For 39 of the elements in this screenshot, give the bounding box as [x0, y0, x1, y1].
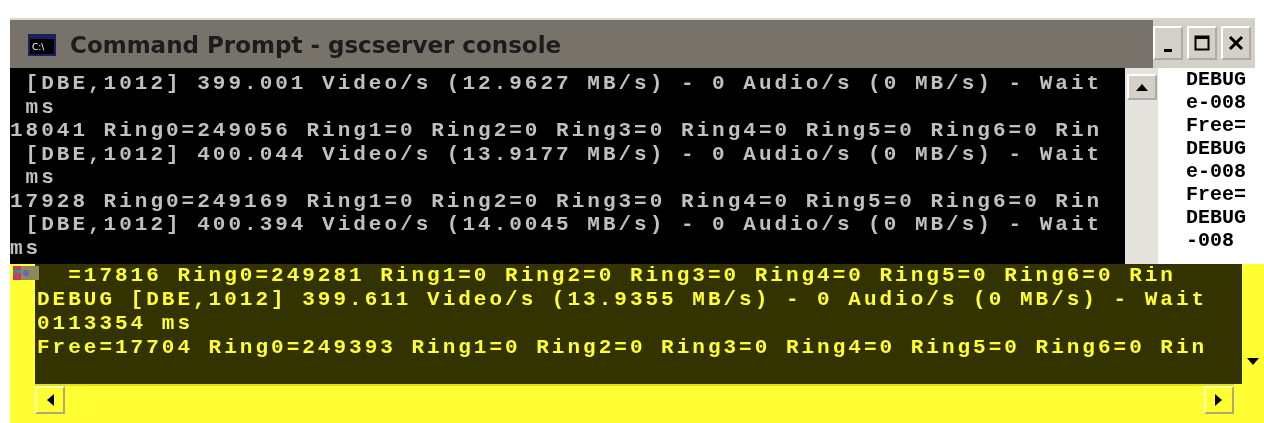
- console-line: 17928 Ring0=249169 Ring1=0 Ring2=0 Ring3=0 Ring4=0 Ring5=0 Ring6=0 Rin: [10, 189, 1104, 213]
- down-arrow-icon: [1247, 358, 1259, 366]
- vertical-scrollbar[interactable]: [1125, 68, 1158, 264]
- vertical-scrollbar[interactable]: [1242, 264, 1264, 384]
- maximize-icon: [1194, 35, 1210, 51]
- console-line: -008: [1186, 229, 1235, 252]
- console-line: e-008: [1186, 91, 1247, 114]
- console-line: DEBUG: [1186, 68, 1247, 91]
- console-line: =17816 Ring0=249281 Ring1=0 Ring2=0 Ring3=0 Ring4=0 Ring5=0 Ring6=0 Rin: [67, 264, 1177, 288]
- minimize-button[interactable]: [1153, 26, 1183, 60]
- up-arrow-icon: [1135, 83, 1148, 91]
- scroll-up-button[interactable]: [1126, 74, 1157, 100]
- console-line: Free=: [1186, 183, 1247, 206]
- console-line: ms: [10, 236, 43, 260]
- console-line: DEBUG: [1186, 206, 1247, 229]
- console-line: ms: [24, 95, 58, 119]
- minimize-icon: [1164, 48, 1172, 52]
- console-line: [DBE,1012] 400.044 Video/s (13.9177 MB/s) - 0 Audio/s (0 MB/s) - Wait: [24, 142, 1104, 166]
- left-arrow-icon: [46, 394, 54, 406]
- console-line: [DBE,1012] 400.394 Video/s (14.0045 MB/s) - 0 Audio/s (0 MB/s) - Wait: [24, 213, 1104, 237]
- console-icon: C:\: [28, 34, 56, 56]
- right-arrow-icon: [1215, 394, 1223, 406]
- close-icon: [1228, 35, 1244, 51]
- console-line: DEBUG: [1186, 137, 1247, 160]
- window-title: Command Prompt - gscserver console: [70, 32, 562, 58]
- scroll-right-button[interactable]: [1204, 386, 1234, 414]
- console-line: e-008: [1186, 160, 1247, 183]
- console-line: ms: [24, 166, 58, 190]
- horizontal-scrollbar[interactable]: [35, 384, 1234, 414]
- console-line: DEBUG [DBE,1012] 399.611 Video/s (13.9355 MB/s) - 0 Audio/s (0 MB/s) - Wait: [37, 288, 1209, 312]
- close-button[interactable]: [1221, 26, 1251, 60]
- console-line: 18041 Ring0=249056 Ring1=0 Ring2=0 Ring3=0 Ring4=0 Ring5=0 Ring6=0 Rin: [10, 119, 1104, 143]
- console-line: Free=: [1186, 114, 1247, 137]
- small-window-icon: [13, 266, 39, 280]
- scroll-left-button[interactable]: [35, 386, 65, 414]
- console-line: [DBE,1012] 399.001 Video/s (12.9627 MB/s) - 0 Audio/s (0 MB/s) - Wait: [24, 72, 1104, 96]
- console-line: 0113354 ms: [37, 312, 195, 336]
- console-line: Free=17704 Ring0=249393 Ring1=0 Ring2=0 Ring3=0 Ring4=0 Ring5=0 Ring6=0 Rin: [37, 336, 1209, 360]
- maximize-button[interactable]: [1187, 26, 1217, 60]
